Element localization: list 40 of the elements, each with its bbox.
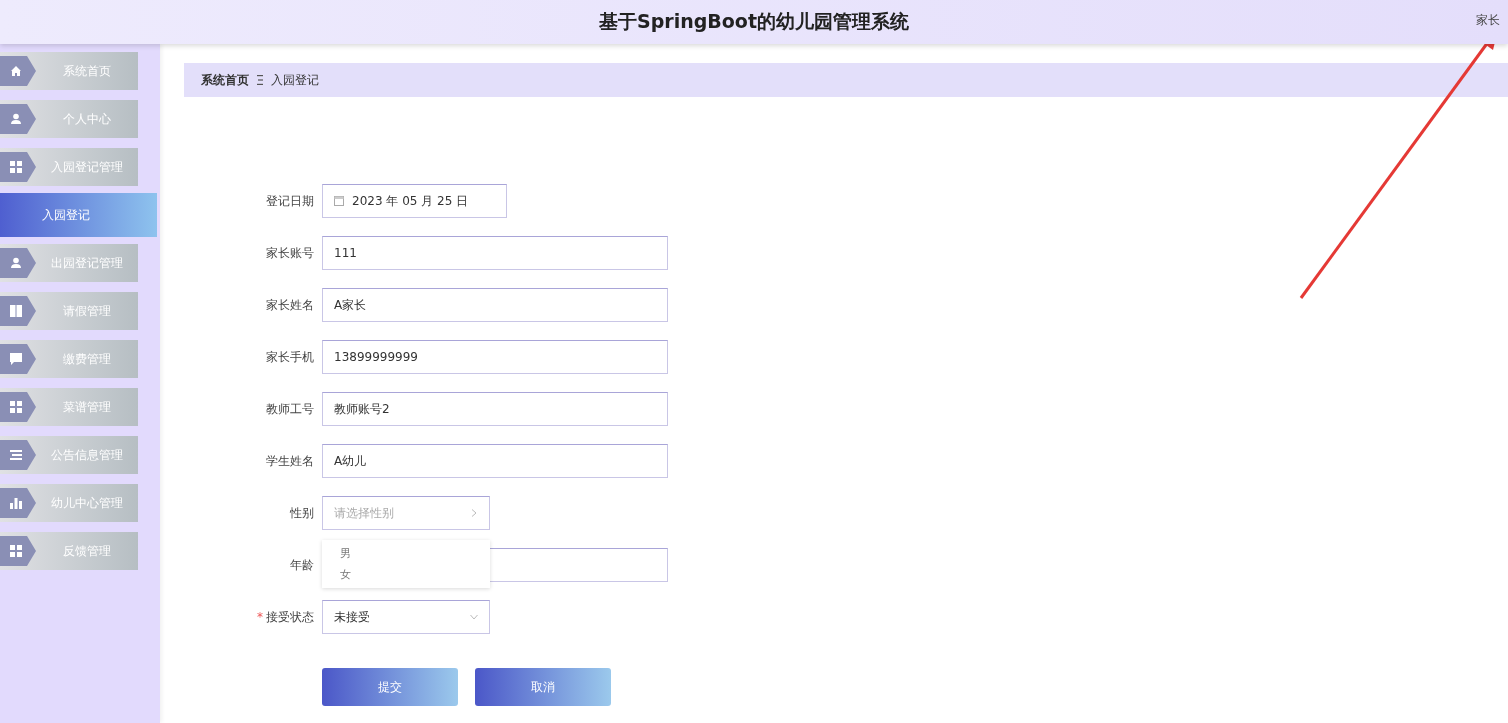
field-label: 接受状态 [266,608,314,626]
select-field[interactable]: 未接受 [322,600,490,634]
bar-chart-icon [10,497,22,509]
calendar-icon [334,196,344,206]
cancel-button[interactable]: 取消 [475,668,611,706]
grid-icon [10,161,22,173]
field-label: 学生姓名 [266,452,314,470]
input-field[interactable]: A家长 [322,288,668,322]
book-icon [10,305,22,317]
grid-icon [10,401,22,413]
input-field[interactable]: 13899999999 [322,340,668,374]
home-icon [10,65,22,77]
date-field[interactable]: 2023 年 05 月 25 日 [322,184,507,218]
person-icon [10,257,22,269]
input-field[interactable]: 教师账号2 [322,392,668,426]
field-label: 性别 [290,504,314,522]
chat-icon [10,353,22,365]
input-field[interactable]: 111 [322,236,668,270]
field-label: 家长手机 [266,348,314,366]
grid-icon [10,545,22,557]
submit-button[interactable]: 提交 [322,668,458,706]
breadcrumb-link[interactable]: 系统首页 [201,71,249,89]
required-mark: * [257,610,263,624]
separator-icon [257,75,263,85]
input-field[interactable]: A幼儿 [322,444,668,478]
user-name[interactable]: 家长 [1476,12,1500,29]
field-label: 家长账号 [266,244,314,262]
select-field[interactable]: 请选择性别 [322,496,490,530]
field-label: 年龄 [290,556,314,574]
person-icon [10,113,22,125]
dropdown-option[interactable]: 男 [340,546,472,561]
field-label: 家长姓名 [266,296,314,314]
app-title: 基于SpringBoot的幼儿园管理系统 [599,9,909,34]
chevron-icon [470,613,478,621]
field-label: 教师工号 [266,400,314,418]
sidebar-item[interactable]: 入园登记 [0,193,157,237]
field-label: 登记日期 [266,192,314,210]
list-icon [10,449,22,461]
chevron-icon [470,509,478,517]
dropdown-option[interactable]: 女 [340,567,472,582]
